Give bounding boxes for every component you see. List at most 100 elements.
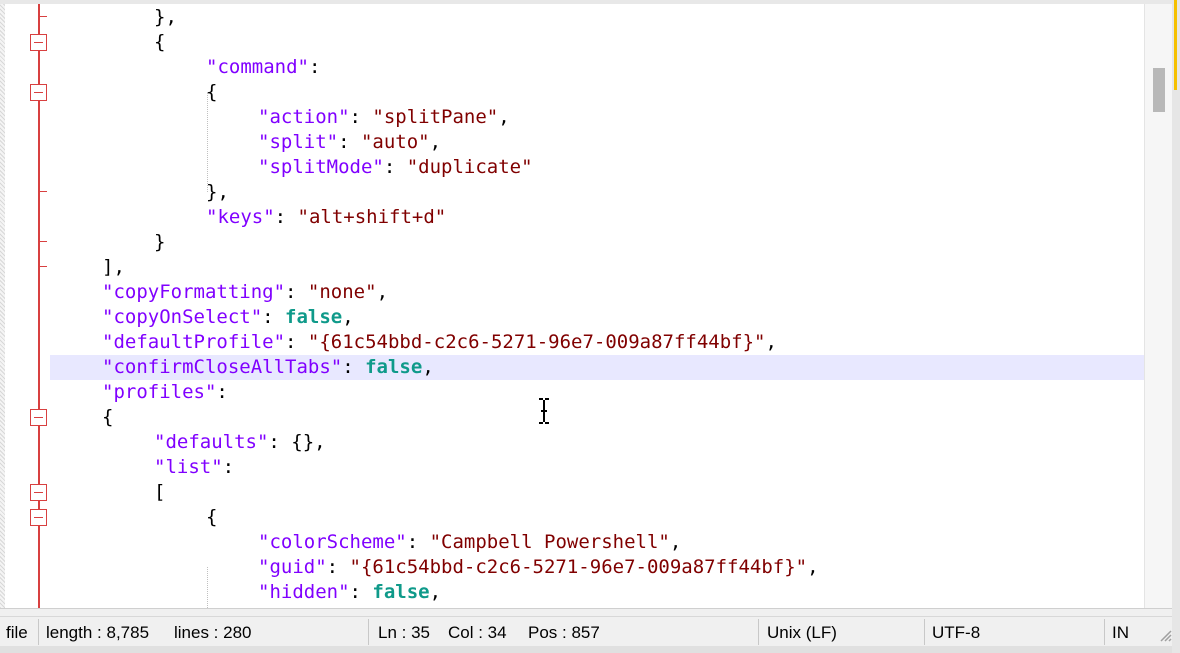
code-token: :	[326, 556, 350, 578]
status-column[interactable]: Col : 34	[448, 621, 507, 645]
status-line-number[interactable]: Ln : 35	[378, 621, 430, 645]
vertical-scrollbar[interactable]	[1144, 4, 1173, 608]
code-token: :	[274, 206, 298, 228]
code-token: "action"	[258, 106, 350, 128]
code-line[interactable]: "command":	[50, 55, 1144, 80]
code-token: "keys"	[206, 206, 275, 228]
bottom-strip	[0, 646, 1172, 653]
resize-grip-icon[interactable]	[1158, 628, 1172, 642]
change-history-marker	[1174, 0, 1177, 90]
code-line[interactable]: "splitMode": "duplicate"	[50, 155, 1144, 180]
status-length: length : 8,785	[46, 623, 150, 642]
code-token: "{61c54bbd-c2c6-5271-96e7-009a87ff44bf}"	[307, 331, 766, 353]
code-token: :	[216, 381, 228, 403]
code-line-text: [	[154, 480, 165, 505]
status-file-type: file	[6, 623, 28, 642]
scrollbar-thumb[interactable]	[1153, 68, 1165, 112]
code-line[interactable]: "hidden": false,	[50, 580, 1144, 605]
fold-box-icon[interactable]	[30, 84, 47, 101]
code-line[interactable]: ],	[50, 255, 1144, 280]
code-token: },	[206, 181, 229, 203]
status-separator	[924, 619, 925, 645]
code-token: ,	[422, 356, 434, 378]
code-token: [	[154, 481, 166, 503]
code-token: "list"	[154, 456, 223, 478]
status-eol-format[interactable]: Unix (LF)	[767, 621, 837, 645]
fold-box-icon[interactable]	[30, 34, 47, 51]
code-line-text: },	[154, 5, 177, 30]
code-line[interactable]: {	[50, 505, 1144, 530]
code-line-text: "hidden": false,	[258, 580, 441, 605]
code-token: :	[406, 531, 430, 553]
code-token: ,	[429, 131, 442, 153]
code-line-text: "confirmCloseAllTabs": false,	[102, 355, 434, 380]
code-line[interactable]: "copyOnSelect": false,	[50, 305, 1144, 330]
code-token: "Campbell Powershell"	[429, 531, 670, 553]
code-line-text: "defaultProfile": "{61c54bbd-c2c6-5271-9…	[102, 330, 777, 355]
code-line[interactable]: }	[50, 230, 1144, 255]
code-token: :	[285, 331, 308, 353]
code-line-text: "splitMode": "duplicate"	[258, 155, 533, 180]
code-line-current[interactable]: "confirmCloseAllTabs": false,	[50, 355, 1144, 380]
code-line[interactable]: },	[50, 5, 1144, 30]
code-token: "splitPane"	[372, 106, 499, 128]
code-token: ,	[765, 331, 777, 353]
fold-end-tick	[39, 241, 47, 242]
fold-box-icon[interactable]	[30, 484, 47, 501]
code-line[interactable]: "list":	[50, 455, 1144, 480]
code-line[interactable]: "keys": "alt+shift+d"	[50, 205, 1144, 230]
code-token: : {},	[268, 431, 326, 453]
window-right-edge	[1172, 0, 1180, 653]
fold-end-tick	[39, 191, 47, 192]
code-token: "confirmCloseAllTabs"	[102, 356, 343, 378]
code-token: },	[154, 6, 177, 28]
code-token: false	[372, 581, 430, 603]
code-line[interactable]: {	[50, 405, 1144, 430]
code-token: :	[349, 581, 373, 603]
code-token: "{61c54bbd-c2c6-5271-96e7-009a87ff44bf}"	[349, 556, 808, 578]
code-line[interactable]: {	[50, 30, 1144, 55]
code-token: false	[285, 306, 343, 328]
code-line[interactable]: "profiles":	[50, 380, 1144, 405]
bookmark-margin[interactable]	[0, 4, 5, 608]
code-token: "alt+shift+d"	[297, 206, 447, 228]
code-line[interactable]: "defaults": {},	[50, 430, 1144, 455]
status-bar: file length : 8,785 lines : 280 Ln : 35 …	[0, 616, 1172, 647]
status-lines: lines : 280	[174, 623, 252, 642]
code-line-text: "profiles":	[102, 380, 228, 405]
code-line[interactable]: {	[50, 80, 1144, 105]
code-token: :	[308, 56, 321, 78]
code-token: "splitMode"	[258, 156, 384, 178]
code-token: {	[206, 81, 218, 103]
code-line[interactable]: "split": "auto",	[50, 130, 1144, 155]
fold-box-icon[interactable]	[30, 409, 47, 426]
code-token: "colorScheme"	[258, 531, 407, 553]
code-line-text: },	[206, 180, 229, 205]
code-line-text: "action": "splitPane",	[258, 105, 510, 130]
code-line[interactable]: "copyFormatting": "none",	[50, 280, 1144, 305]
code-line[interactable]: "guid": "{61c54bbd-c2c6-5271-96e7-009a87…	[50, 555, 1144, 580]
editor-window: },{"command":{"action": "splitPane", "spl…	[0, 0, 1180, 653]
code-line[interactable]: "colorScheme": "Campbell Powershell",	[50, 530, 1144, 555]
status-insert-mode[interactable]: IN	[1112, 621, 1129, 645]
code-line[interactable]: },	[50, 180, 1144, 205]
code-line-text: "defaults": {},	[154, 430, 326, 455]
code-line-text: {	[206, 505, 217, 530]
code-line[interactable]: [	[50, 480, 1144, 505]
code-token: :	[338, 131, 361, 153]
code-token: {	[154, 31, 166, 53]
status-position[interactable]: Pos : 857	[528, 621, 600, 645]
code-line[interactable]: "action": "splitPane",	[50, 105, 1144, 130]
code-editor[interactable]: },{"command":{"action": "splitPane", "spl…	[50, 4, 1144, 608]
code-line[interactable]: "defaultProfile": "{61c54bbd-c2c6-5271-9…	[50, 330, 1144, 355]
code-line-text: {	[102, 405, 113, 430]
code-token: "copyFormatting"	[102, 281, 286, 303]
code-token: :	[342, 356, 366, 378]
status-separator	[758, 619, 759, 645]
code-line-text: "command":	[206, 55, 320, 80]
fold-box-icon[interactable]	[30, 509, 47, 526]
status-separator	[368, 619, 369, 645]
code-token: {	[206, 506, 218, 528]
code-line-text: "list":	[154, 455, 234, 480]
status-encoding[interactable]: UTF-8	[932, 621, 980, 645]
